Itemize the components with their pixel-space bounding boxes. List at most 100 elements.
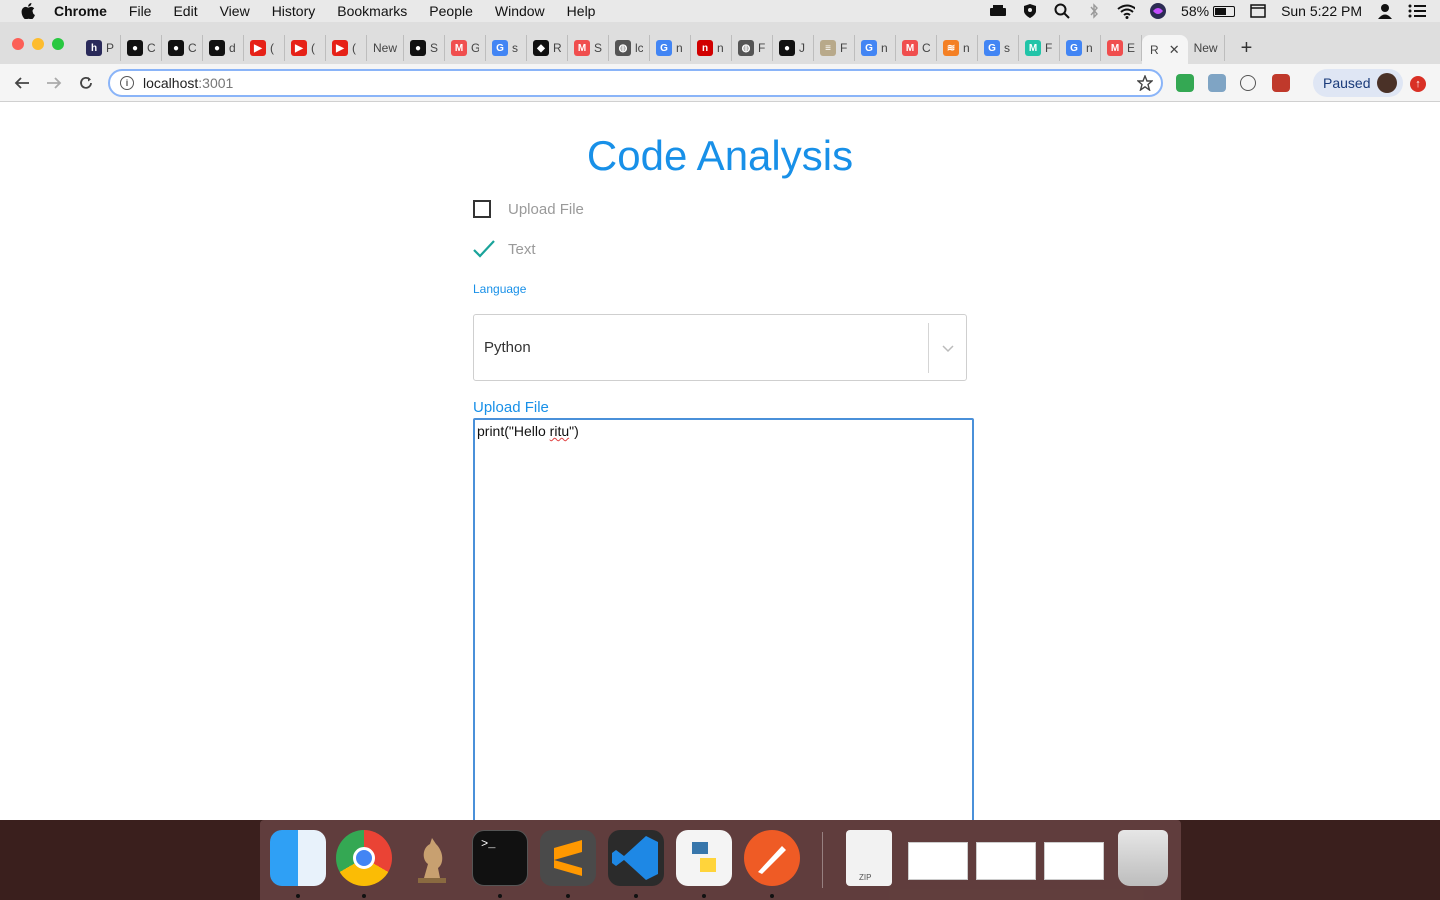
terminal-icon[interactable]: >_ xyxy=(472,830,528,886)
extension-grid-icon[interactable] xyxy=(1272,74,1290,92)
browser-tab-new[interactable]: New xyxy=(1188,35,1225,61)
tab-title: E xyxy=(1127,41,1136,55)
extension-inbox-icon[interactable] xyxy=(1176,74,1194,92)
new-tab-plus-icon[interactable]: + xyxy=(1241,37,1253,60)
browser-tab[interactable]: MS xyxy=(568,35,610,61)
avatar xyxy=(1377,73,1397,93)
language-select[interactable]: Python xyxy=(473,314,967,381)
browser-tab[interactable]: ▶( xyxy=(244,35,285,61)
address-bar[interactable]: i localhost:3001 xyxy=(108,69,1163,97)
minimized-window-thumbnail[interactable] xyxy=(976,842,1036,880)
drive-icon[interactable] xyxy=(989,4,1007,18)
browser-tab[interactable]: New xyxy=(367,35,405,61)
menu-help[interactable]: Help xyxy=(556,3,607,19)
zip-archive-icon[interactable]: ZIP xyxy=(846,830,892,886)
tab-title: S xyxy=(430,41,439,55)
browser-tab[interactable]: Gn xyxy=(1060,35,1102,61)
browser-tab[interactable]: ● d xyxy=(203,35,244,61)
trash-icon[interactable] xyxy=(1118,830,1168,886)
minimized-window-thumbnail[interactable] xyxy=(1044,842,1104,880)
browser-tab[interactable]: MF xyxy=(1019,35,1061,61)
menu-bookmarks[interactable]: Bookmarks xyxy=(326,3,418,19)
zoom-window-button[interactable] xyxy=(52,38,64,50)
browser-tab[interactable]: ▶( xyxy=(285,35,326,61)
github-icon: ● xyxy=(127,40,143,56)
browser-tab[interactable]: ≋ n xyxy=(937,35,979,61)
tab-title: R xyxy=(1150,43,1159,57)
browser-tab[interactable]: Gs xyxy=(486,35,528,61)
siri-icon[interactable] xyxy=(1149,3,1167,19)
browser-tab[interactable]: ● C xyxy=(121,35,162,61)
close-window-button[interactable] xyxy=(12,38,24,50)
menu-file[interactable]: File xyxy=(118,3,163,19)
tab-title: P xyxy=(106,41,114,55)
browser-tab[interactable]: hP xyxy=(80,35,121,61)
browser-tab[interactable]: MG xyxy=(445,35,487,61)
chess-icon[interactable] xyxy=(404,830,460,886)
back-arrow-icon[interactable] xyxy=(11,72,33,94)
text-option[interactable]: Text xyxy=(473,240,536,258)
tab-title: n xyxy=(963,41,970,55)
zip-label: ZIP xyxy=(859,873,872,882)
browser-tab[interactable]: ME xyxy=(1101,35,1143,61)
menu-window[interactable]: Window xyxy=(484,3,556,19)
active-browser-tab[interactable]: R ✕ xyxy=(1142,35,1188,65)
notification-center-icon[interactable] xyxy=(1408,4,1426,18)
browser-tab[interactable]: ● S xyxy=(404,35,446,61)
extension-translate-icon[interactable] xyxy=(1208,74,1226,92)
text-checkbox-checked[interactable] xyxy=(473,240,495,258)
spotlight-search-icon[interactable] xyxy=(1053,3,1071,19)
menu-edit[interactable]: Edit xyxy=(162,3,208,19)
apple-icon[interactable] xyxy=(20,3,36,19)
chrome-icon[interactable] xyxy=(336,830,392,886)
upload-file-option[interactable]: Upload File xyxy=(473,200,584,218)
calendar-icon[interactable] xyxy=(1249,4,1267,18)
profile-paused-button[interactable]: Paused xyxy=(1313,69,1403,97)
browser-tab[interactable]: ◍ lc xyxy=(609,35,651,61)
tab-title: F xyxy=(758,41,766,55)
update-arrow-icon[interactable]: ↑ xyxy=(1410,76,1426,92)
browser-tab[interactable]: ● C xyxy=(162,35,203,61)
postman-icon[interactable] xyxy=(744,830,800,886)
tab-list: hP●C●C●d▶(▶(▶(New●SMGGs◆RMS◍lcGnnn◍F●J≡F… xyxy=(80,34,1253,65)
chevron-down-icon[interactable] xyxy=(942,340,954,357)
sublime-text-icon[interactable] xyxy=(540,830,596,886)
browser-tab[interactable]: Gs xyxy=(978,35,1020,61)
extension-circle-icon[interactable] xyxy=(1240,75,1256,91)
bluetooth-icon[interactable] xyxy=(1085,3,1103,19)
site-info-icon[interactable]: i xyxy=(120,76,134,90)
menu-view[interactable]: View xyxy=(209,3,261,19)
reload-icon[interactable] xyxy=(75,72,97,94)
browser-tab[interactable]: ● J xyxy=(773,35,815,61)
menu-people[interactable]: People xyxy=(418,3,484,19)
minimize-window-button[interactable] xyxy=(32,38,44,50)
python-launcher-icon[interactable] xyxy=(676,830,732,886)
github-icon: ● xyxy=(779,40,796,56)
battery-indicator[interactable]: 58% xyxy=(1181,3,1236,19)
browser-tab[interactable]: ◍ F xyxy=(732,35,774,61)
browser-tab[interactable]: nn xyxy=(691,35,733,61)
forward-arrow-icon[interactable] xyxy=(43,72,65,94)
tab-title: C xyxy=(188,41,196,55)
vscode-icon[interactable] xyxy=(608,830,664,886)
browser-tab[interactable]: ▶( xyxy=(326,35,367,61)
close-tab-icon[interactable]: ✕ xyxy=(1169,42,1180,58)
google-icon: G xyxy=(1066,40,1083,56)
browser-tab[interactable]: Gn xyxy=(650,35,692,61)
browser-tab[interactable]: Gn xyxy=(855,35,897,61)
menu-history[interactable]: History xyxy=(261,3,327,19)
menu-bar-clock[interactable]: Sun 5:22 PM xyxy=(1281,3,1362,19)
wifi-icon[interactable] xyxy=(1117,4,1136,19)
tab-title: G xyxy=(471,41,479,55)
browser-tab[interactable]: ≡ F xyxy=(814,35,856,61)
upload-file-checkbox[interactable] xyxy=(473,200,491,218)
user-icon[interactable] xyxy=(1376,4,1394,19)
bookmark-star-icon[interactable] xyxy=(1136,74,1154,94)
menu-app-name[interactable]: Chrome xyxy=(54,3,118,19)
location-shield-icon[interactable] xyxy=(1021,4,1039,18)
code-textarea[interactable]: print("Hello ritu") xyxy=(473,418,974,820)
browser-tab[interactable]: MC xyxy=(896,35,938,61)
finder-icon[interactable] xyxy=(270,830,326,886)
browser-tab[interactable]: ◆ R xyxy=(527,35,569,61)
minimized-window-thumbnail[interactable] xyxy=(908,842,968,880)
